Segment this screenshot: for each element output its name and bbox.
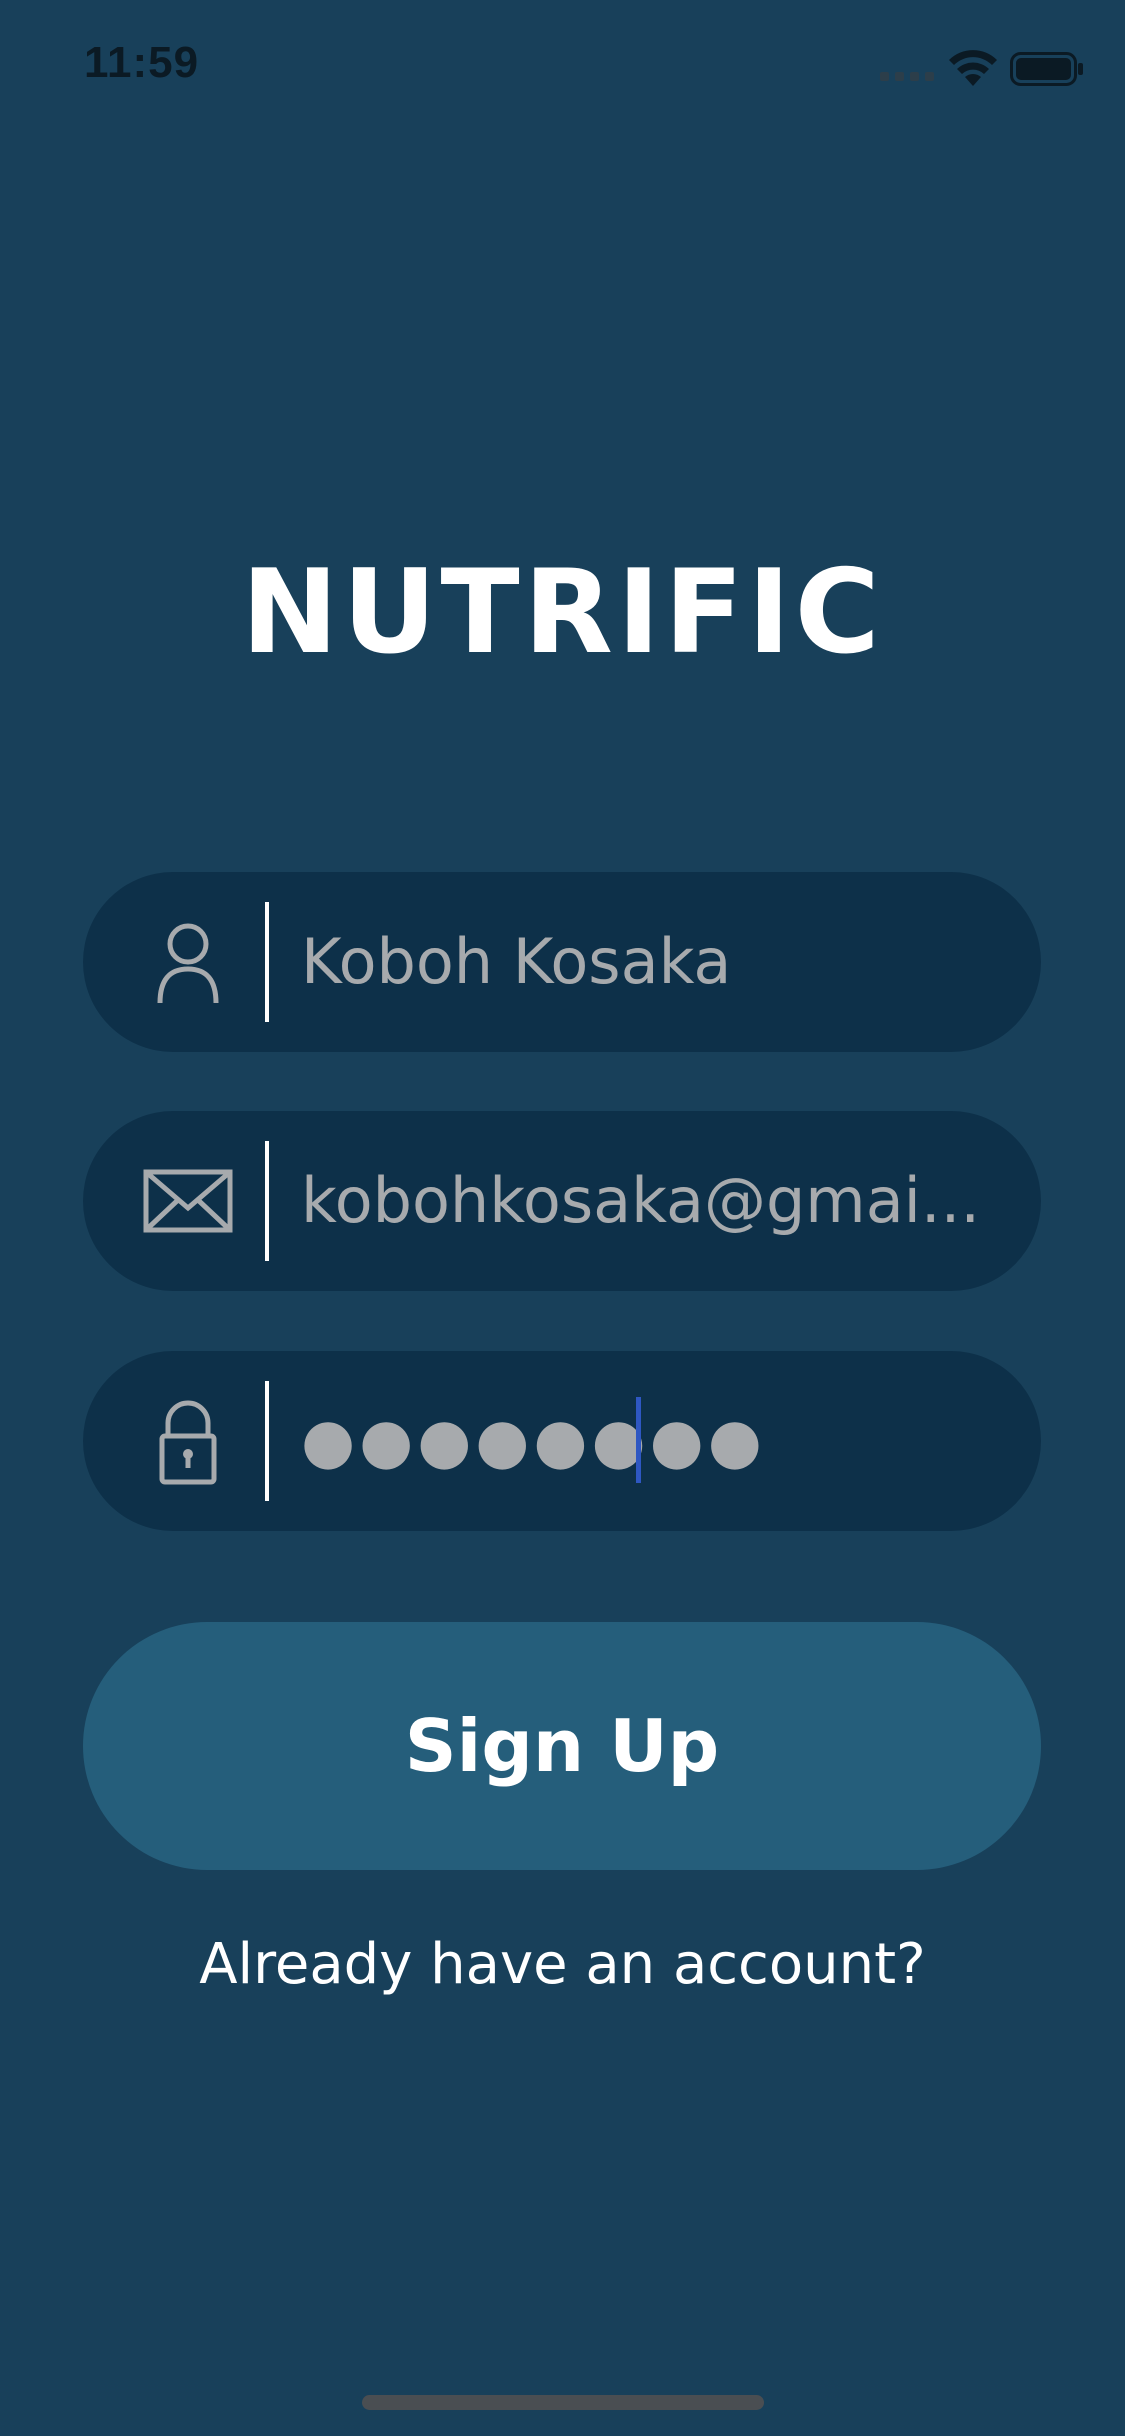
password-value[interactable]: ●●●●●●●● (301, 1351, 766, 1531)
text-cursor (636, 1397, 641, 1483)
email-value[interactable]: kobohkosaka@gmai... (301, 1111, 980, 1291)
login-link[interactable]: Already have an account? (0, 1932, 1125, 1997)
name-value[interactable]: Koboh Kosaka (301, 872, 731, 1052)
name-field[interactable]: Koboh Kosaka (83, 872, 1041, 1052)
status-time: 11:59 (84, 38, 200, 87)
signup-button[interactable]: Sign Up (83, 1622, 1041, 1870)
password-field[interactable]: ●●●●●●●● (83, 1351, 1041, 1531)
field-divider (265, 1141, 269, 1261)
person-icon (157, 923, 219, 1004)
home-indicator[interactable] (362, 2395, 764, 2410)
email-field[interactable]: kobohkosaka@gmai... (83, 1111, 1041, 1291)
app-title: NUTRIFIC (241, 545, 884, 680)
battery-icon (1010, 52, 1083, 86)
lock-icon (159, 1400, 217, 1485)
cellular-signal-icon (880, 72, 936, 82)
field-divider (265, 902, 269, 1022)
field-divider (265, 1381, 269, 1501)
envelope-icon (143, 1169, 233, 1233)
wifi-icon (949, 50, 997, 86)
